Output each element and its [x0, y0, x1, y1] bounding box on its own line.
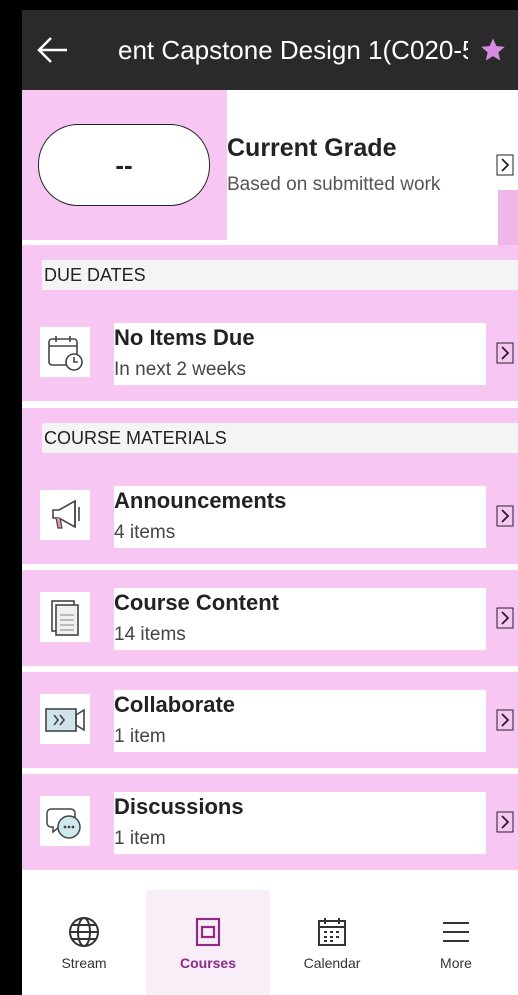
nav-more[interactable]: More — [394, 890, 518, 995]
calendar-icon — [318, 917, 346, 946]
announcements-title: Announcements — [114, 488, 287, 513]
grade-subtitle: Based on submitted work — [227, 174, 441, 195]
discussions-title: Discussions — [114, 794, 244, 819]
nav-calendar[interactable]: Calendar — [270, 890, 394, 995]
course-content-count: 14 items — [114, 624, 186, 645]
star-icon — [481, 38, 505, 61]
calendar-clock-icon — [40, 327, 90, 377]
announcements-text: Announcements 4 items — [114, 486, 486, 548]
back-button[interactable] — [22, 10, 84, 90]
chevron-right-icon — [492, 707, 518, 733]
collaborate-row[interactable]: Collaborate 1 item — [22, 672, 518, 768]
course-materials-label: COURSE MATERIALS — [42, 423, 518, 453]
course-content-row[interactable]: Course Content 14 items — [22, 570, 518, 666]
announcements-count: 4 items — [114, 522, 176, 543]
due-items-subtitle: In next 2 weeks — [114, 359, 247, 380]
due-dates-label: DUE DATES — [42, 260, 518, 290]
course-materials-section-header: COURSE MATERIALS — [22, 408, 518, 468]
course-content-title: Course Content — [114, 590, 279, 615]
chevron-right-icon — [492, 340, 518, 366]
due-dates-section-header: DUE DATES — [22, 245, 518, 305]
nav-courses[interactable]: Courses — [146, 890, 270, 995]
chevron-right-icon — [492, 152, 518, 178]
collaborate-text: Collaborate 1 item — [114, 690, 486, 752]
collaborate-count: 1 item — [114, 726, 166, 747]
top-app-bar: ent Capstone Design 1(C020-5 — [22, 10, 518, 90]
nav-more-label: More — [440, 954, 472, 971]
collaborate-title: Collaborate — [114, 692, 236, 717]
grade-left-panel: -- — [22, 90, 227, 240]
due-items-text: No Items Due In next 2 weeks — [114, 323, 486, 385]
document-icon — [40, 592, 90, 642]
discussions-row[interactable]: Discussions 1 item — [22, 774, 518, 870]
current-grade-row[interactable]: -- Current Grade Based on submitted work — [22, 90, 518, 240]
chevron-right-icon — [492, 605, 518, 631]
nav-courses-label: Courses — [179, 954, 237, 971]
chevron-right-icon — [492, 503, 518, 529]
nav-stream[interactable]: Stream — [22, 890, 146, 995]
menu-icon — [443, 921, 469, 942]
due-items-title: No Items Due — [114, 325, 255, 350]
grade-title: Current Grade — [227, 134, 397, 162]
megaphone-icon — [40, 490, 90, 540]
discussions-count: 1 item — [114, 828, 166, 849]
course-outline: -- Current Grade Based on submitted work… — [22, 90, 518, 890]
chevron-right-icon — [492, 809, 518, 835]
discussions-text: Discussions 1 item — [114, 792, 486, 854]
course-content-text: Course Content 14 items — [114, 588, 486, 650]
back-arrow-icon — [37, 37, 67, 63]
chat-bubbles-icon — [40, 796, 90, 846]
nav-stream-label: Stream — [61, 954, 107, 971]
courses-book-icon — [195, 917, 221, 946]
video-camera-icon — [40, 694, 90, 744]
due-items-row[interactable]: No Items Due In next 2 weeks — [22, 305, 518, 401]
bottom-navigation: Stream Courses Calendar More — [22, 890, 518, 995]
grade-value-pill: -- — [38, 124, 210, 206]
globe-icon — [69, 916, 99, 947]
announcements-row[interactable]: Announcements 4 items — [22, 468, 518, 564]
course-title: ent Capstone Design 1(C020-5 — [118, 34, 468, 65]
favorite-button[interactable] — [468, 10, 518, 90]
nav-calendar-label: Calendar — [303, 954, 361, 971]
